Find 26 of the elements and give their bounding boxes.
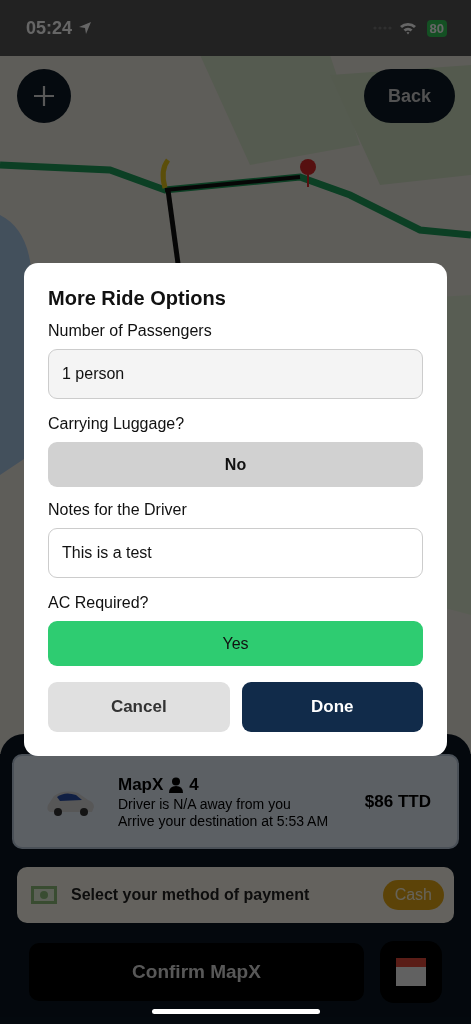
toggle-button[interactable]: No xyxy=(48,442,423,487)
person-icon xyxy=(169,776,184,793)
plus-icon xyxy=(32,84,56,108)
battery-indicator: 80 xyxy=(426,19,447,37)
seat-count: 4 xyxy=(189,774,199,795)
arrival-time: Arrive your destination at 5:53 AM xyxy=(118,812,330,829)
toggle-button[interactable]: Yes xyxy=(48,621,423,666)
ride-price: $86 TTD xyxy=(364,791,431,812)
payment-label: Select your method of payment xyxy=(71,886,311,904)
ride-name: MapX xyxy=(118,774,164,795)
field-label: AC Required? xyxy=(48,594,150,612)
location-arrow-icon xyxy=(78,21,93,35)
passengers-field[interactable]: 1 person xyxy=(48,349,423,399)
field-label: Number of Passengers xyxy=(48,322,213,340)
schedule-button[interactable] xyxy=(380,941,442,1003)
calendar-icon xyxy=(396,958,426,986)
money-icon xyxy=(31,886,57,904)
driver-eta: Driver is N/A away from you xyxy=(118,795,292,812)
dialog-title: More Ride Options xyxy=(48,287,227,310)
field-label: Carrying Luggage? xyxy=(48,415,186,433)
cancel-button[interactable]: Cancel xyxy=(48,682,230,732)
wifi-icon xyxy=(398,21,417,35)
status-time: 05:24 xyxy=(26,17,73,39)
field-label: Notes for the Driver xyxy=(48,501,188,519)
done-button[interactable]: Done xyxy=(241,682,423,732)
notes-field[interactable]: This is a test xyxy=(48,528,423,578)
